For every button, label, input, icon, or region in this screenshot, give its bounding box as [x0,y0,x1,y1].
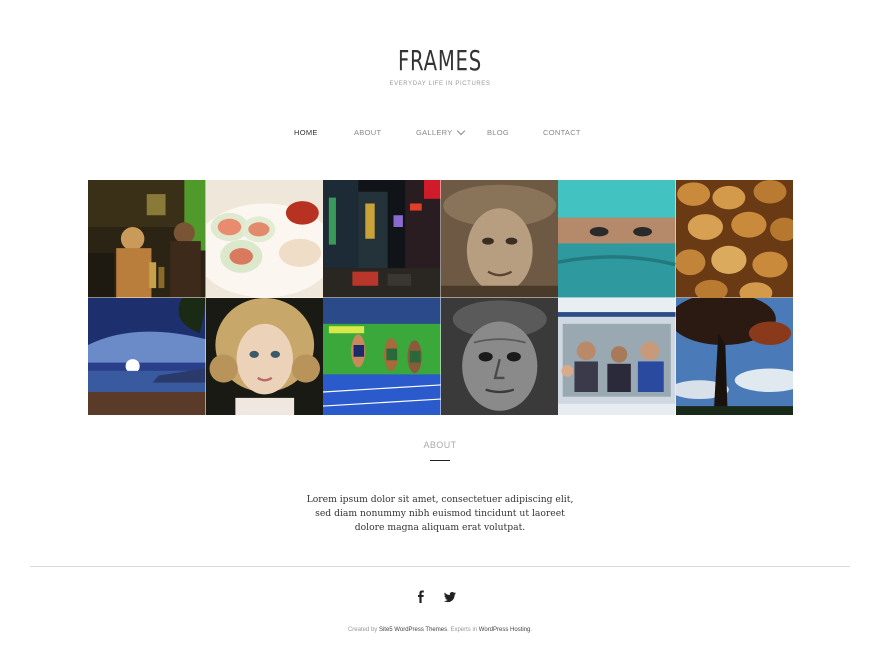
footer-credits: Created by Site5 WordPress Themes. Exper… [0,627,880,633]
facebook-icon[interactable] [414,590,428,604]
gallery-tile-veiled-face[interactable] [558,180,676,298]
site-logo[interactable]: FRAMES [97,44,783,77]
nav-item-gallery[interactable]: GALLERY [416,128,453,137]
nav-item-about[interactable]: ABOUT [354,128,381,137]
about-heading: ABOUT [423,440,457,450]
photo-gallery [88,180,793,415]
nav-item-contact[interactable]: CONTACT [543,128,581,137]
main-nav: HOME ABOUT GALLERY BLOG CONTACT [0,128,880,140]
gallery-tile-almonds[interactable] [675,180,793,298]
nav-item-home[interactable]: HOME [294,128,318,137]
twitter-icon[interactable] [443,590,457,604]
about-divider [430,460,450,461]
gallery-tile-tree-silhouette[interactable] [675,297,793,415]
gallery-tile-old-man-portrait[interactable] [440,297,558,415]
site5-themes-link[interactable]: Site5 WordPress Themes [379,627,447,633]
gallery-tile-bar-scene[interactable] [88,180,206,298]
credits-suffix: . [530,627,533,633]
footer-divider [30,566,850,567]
gallery-tile-bus-passengers[interactable] [558,297,676,415]
credits-prefix: Created by [347,627,379,633]
gallery-tile-sunset-beach[interactable] [88,297,206,415]
social-links [0,590,880,606]
gallery-tile-old-woman-portrait[interactable] [440,180,558,298]
nav-item-blog[interactable]: BLOG [487,128,509,137]
credits-middle: . Experts in [447,627,479,633]
site-tagline: EVERYDAY LIFE IN PICTURES [389,81,491,87]
about-text: Lorem ipsum dolor sit amet, consectetuer… [306,494,574,534]
gallery-tile-spring-rolls[interactable] [205,180,323,298]
gallery-tile-city-night[interactable] [323,180,441,298]
gallery-tile-curly-girl[interactable] [205,297,323,415]
gallery-tile-runners[interactable] [323,297,441,415]
wordpress-hosting-link[interactable]: WordPress Hosting [479,627,531,633]
